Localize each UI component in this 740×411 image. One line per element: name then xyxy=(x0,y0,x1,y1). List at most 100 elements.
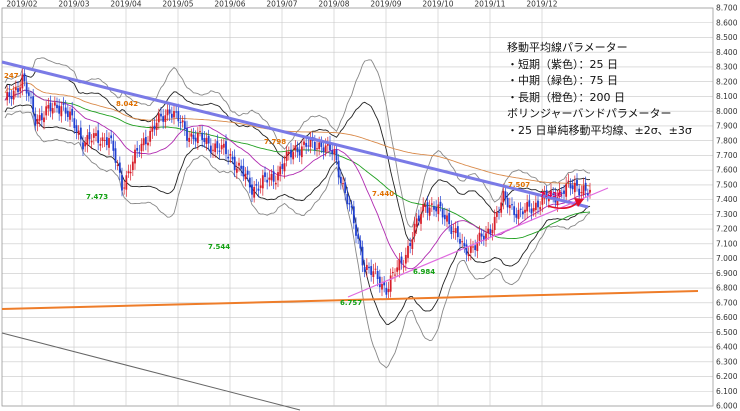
parameter-legend: 移動平均線パラメーター ・短期（紫色）：25 日 ・中期（緑色）：75 日 ・長… xyxy=(507,40,692,140)
x-axis-month-labels: 2019/02 2019/03 2019/04 2019/05 2019/06 2019/… xyxy=(6,0,557,9)
candle-body xyxy=(368,266,370,269)
candle-body xyxy=(12,90,15,100)
candle-body xyxy=(209,145,212,153)
y-tick-label: 8.700 xyxy=(716,4,738,13)
bollinger-lower-2sigma xyxy=(4,104,591,325)
candle-body xyxy=(582,185,585,196)
candle-body xyxy=(203,138,206,143)
candle-body xyxy=(539,207,542,210)
candle-body xyxy=(131,161,134,171)
candle-body xyxy=(337,160,340,178)
candle-body xyxy=(248,177,251,188)
candle-body xyxy=(534,202,537,211)
candle-body xyxy=(389,275,392,292)
candle-body xyxy=(363,267,366,272)
candle-body xyxy=(478,232,481,241)
candle-body xyxy=(277,172,279,181)
candle-body xyxy=(415,218,418,227)
candle-body xyxy=(398,259,401,271)
y-tick-label: 6.200 xyxy=(716,372,738,381)
candle-body xyxy=(283,163,286,172)
candle-body xyxy=(298,150,301,156)
y-tick-label: 7.000 xyxy=(716,254,738,263)
candle-body xyxy=(430,203,433,205)
candle-body xyxy=(511,204,513,206)
candle-body xyxy=(346,193,349,205)
y-tick-label: 7.500 xyxy=(716,180,738,189)
y-tick-label: 8.100 xyxy=(716,92,738,101)
moving-averages xyxy=(4,82,591,270)
candle-body xyxy=(467,254,470,257)
candle-body xyxy=(465,244,468,255)
candle-body xyxy=(60,106,63,117)
candle-body xyxy=(537,200,539,208)
candle-body xyxy=(229,153,232,156)
candle-body xyxy=(30,97,32,99)
candle-body xyxy=(474,245,477,251)
y-tick-label: 8.200 xyxy=(716,77,738,86)
candle-body xyxy=(240,165,243,169)
candle-body xyxy=(246,170,249,175)
candle-body xyxy=(101,137,104,142)
candle-body xyxy=(157,113,160,123)
candle-body xyxy=(242,165,245,177)
candle-body xyxy=(270,174,273,181)
candle-body xyxy=(25,82,28,94)
x-tick-label: 2019/03 xyxy=(58,0,89,9)
legend-line: ・長期（橙色）：200 日 xyxy=(507,90,625,104)
candle-body xyxy=(153,125,156,130)
candle-body xyxy=(138,152,141,154)
candle-body xyxy=(27,92,30,96)
candle-body xyxy=(64,107,67,114)
candle-body xyxy=(110,135,113,139)
candle-body xyxy=(348,203,351,205)
candle-body xyxy=(251,184,253,195)
candle-body xyxy=(331,150,334,155)
y-axis-price-labels: 8.700 8.600 8.500 8.400 8.300 8.200 8.100 8.000… xyxy=(716,4,738,411)
y-tick-label: 8.000 xyxy=(716,107,738,116)
candle-body xyxy=(53,102,56,106)
candle-body xyxy=(272,171,275,182)
candle-body xyxy=(105,137,108,146)
candle-body xyxy=(589,189,591,193)
candle-body xyxy=(385,287,388,295)
candle-body xyxy=(84,142,87,147)
candle-body xyxy=(502,190,505,203)
candle-body xyxy=(238,162,240,166)
candle-body xyxy=(428,207,431,216)
y-tick-label: 8.400 xyxy=(716,48,738,57)
legend-line: ボリンジャーバンドパラメーター xyxy=(507,107,672,121)
candle-body xyxy=(290,149,292,158)
candle-body xyxy=(500,202,503,213)
candle-body xyxy=(400,256,403,264)
candle-body xyxy=(244,173,247,180)
candle-body xyxy=(123,187,126,189)
candle-body xyxy=(530,208,533,214)
y-tick-label: 8.500 xyxy=(716,33,738,42)
candle-body xyxy=(433,206,435,210)
candle-body xyxy=(181,120,184,123)
candle-body xyxy=(374,268,377,270)
candle-body xyxy=(151,126,154,132)
candle-body xyxy=(75,125,78,132)
candle-body xyxy=(342,183,344,185)
candle-body xyxy=(586,193,589,196)
candle-body xyxy=(413,223,416,237)
candle-body xyxy=(285,151,288,161)
y-tick-label: 7.900 xyxy=(716,122,738,131)
candle-body xyxy=(40,113,43,121)
candle-body xyxy=(32,96,35,113)
candle-body xyxy=(201,132,204,140)
candle-body xyxy=(422,204,425,212)
candle-body xyxy=(396,267,399,272)
candle-body xyxy=(183,121,186,130)
candle-body xyxy=(300,146,303,158)
candle-body xyxy=(424,205,427,207)
candle-body xyxy=(192,134,195,140)
x-tick-label: 2019/04 xyxy=(110,0,141,9)
x-tick-label: 2019/05 xyxy=(162,0,193,9)
candle-body xyxy=(218,150,221,152)
candle-body xyxy=(268,177,271,180)
uptrend-support-line xyxy=(347,187,609,298)
price-annotation: 7.544 xyxy=(208,243,230,251)
